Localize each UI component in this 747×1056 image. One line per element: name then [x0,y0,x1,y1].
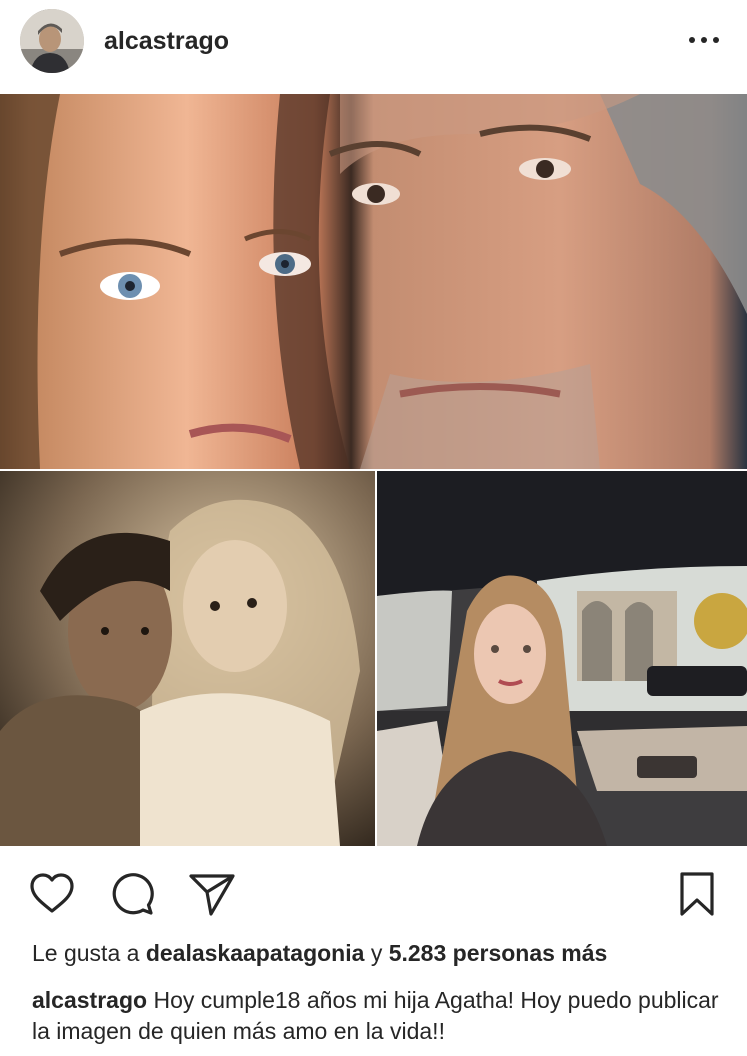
likes-summary: Le gusta a dealaskaapatagonia y 5.283 pe… [32,940,607,967]
post-actions-bar [0,862,747,926]
liked-by-user-link[interactable]: dealaskaapatagonia [146,940,365,966]
more-dot [713,37,719,43]
post-header: alcastrago [0,0,747,94]
likes-prefix: Le gusta a [32,940,140,966]
photo-vintage-sepia [0,471,375,846]
more-dot [689,37,695,43]
comment-icon[interactable] [108,870,156,918]
likes-connector: y [370,940,383,966]
post-caption: alcastrago Hoy cumple18 años mi hija Aga… [32,985,722,1047]
avatar[interactable] [20,9,84,73]
photo-car-selfie [377,471,747,846]
photo-closeup-selfie [0,94,747,469]
post-username[interactable]: alcastrago [104,27,229,56]
more-dot [701,37,707,43]
send-icon[interactable] [188,870,236,918]
likes-count-link[interactable]: 5.283 personas más [389,940,608,966]
bookmark-icon[interactable] [673,870,721,918]
more-options-icon[interactable] [689,30,719,50]
post-media-collage[interactable] [0,94,747,846]
caption-username[interactable]: alcastrago [32,987,147,1013]
heart-icon[interactable] [28,870,76,918]
